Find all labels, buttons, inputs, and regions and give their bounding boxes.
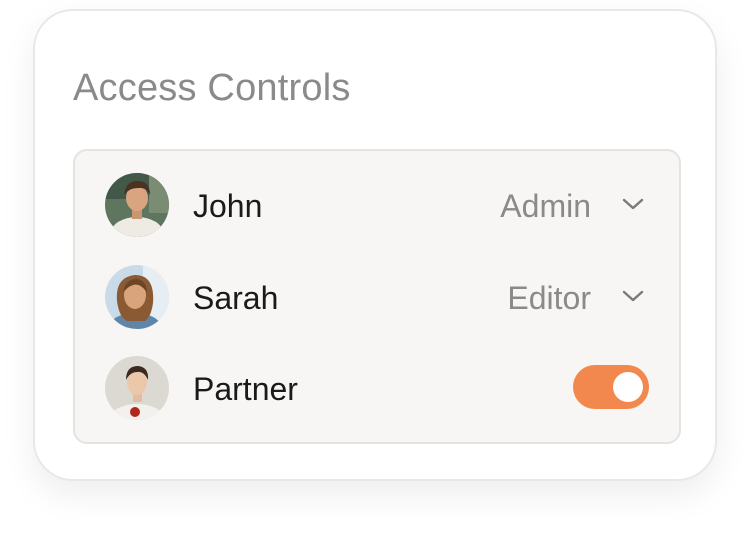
card-title: Access Controls: [73, 67, 351, 109]
avatar-partner: [105, 356, 169, 420]
access-controls-card: Access Controls John Admin Sarah Editor …: [33, 9, 717, 481]
chevron-down-icon[interactable]: [621, 287, 645, 305]
chevron-down-icon[interactable]: [621, 195, 645, 213]
member-name: Partner: [193, 371, 298, 407]
member-row-partner: Partner: [75, 356, 679, 422]
toggle-knob: [613, 372, 643, 402]
role-dropdown[interactable]: Editor: [507, 279, 591, 317]
avatar-sarah: [105, 265, 169, 329]
member-row-john: John Admin: [75, 173, 679, 239]
role-dropdown[interactable]: Admin: [500, 187, 591, 225]
member-name: Sarah: [193, 280, 279, 316]
avatar-john: [105, 173, 169, 237]
member-name: John: [193, 188, 263, 224]
members-list: John Admin Sarah Editor Partner: [73, 149, 681, 444]
member-row-sarah: Sarah Editor: [75, 265, 679, 331]
partner-access-toggle[interactable]: [573, 365, 649, 409]
